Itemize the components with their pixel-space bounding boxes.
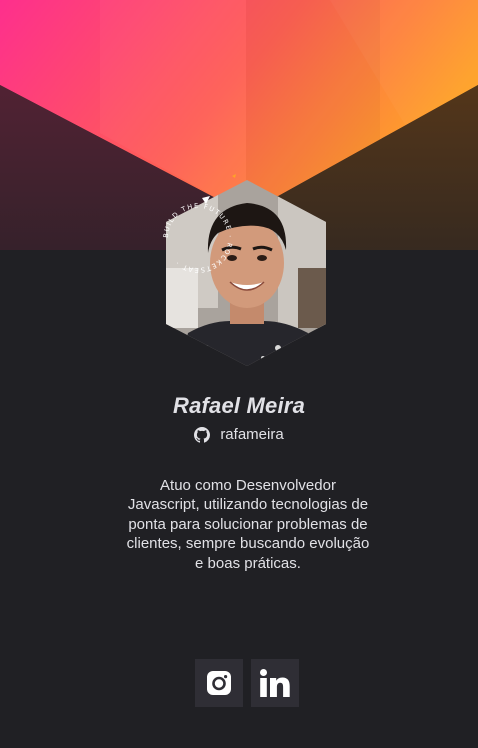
social-links <box>195 659 299 707</box>
linkedin-icon <box>260 669 290 697</box>
github-link[interactable]: rafameira <box>194 426 284 443</box>
github-row: rafameira <box>0 426 478 447</box>
avatar: BUILD THE FUTURE · ROCKETSEAT · <box>158 158 336 370</box>
profile-page: BUILD THE FUTURE · ROCKETSEAT · Rafael M… <box>0 0 478 748</box>
profile-name: Rafael Meira <box>172 393 305 418</box>
avatar-image: BUILD THE FUTURE · ROCKETSEAT · <box>162 174 326 366</box>
github-icon <box>194 426 211 443</box>
github-username: rafameira <box>220 426 284 443</box>
linkedin-button[interactable] <box>251 659 299 707</box>
instagram-icon <box>207 671 231 695</box>
instagram-button[interactable] <box>195 659 243 707</box>
profile-bio: Atuo como Desenvolvedor Javascript, util… <box>126 477 370 572</box>
